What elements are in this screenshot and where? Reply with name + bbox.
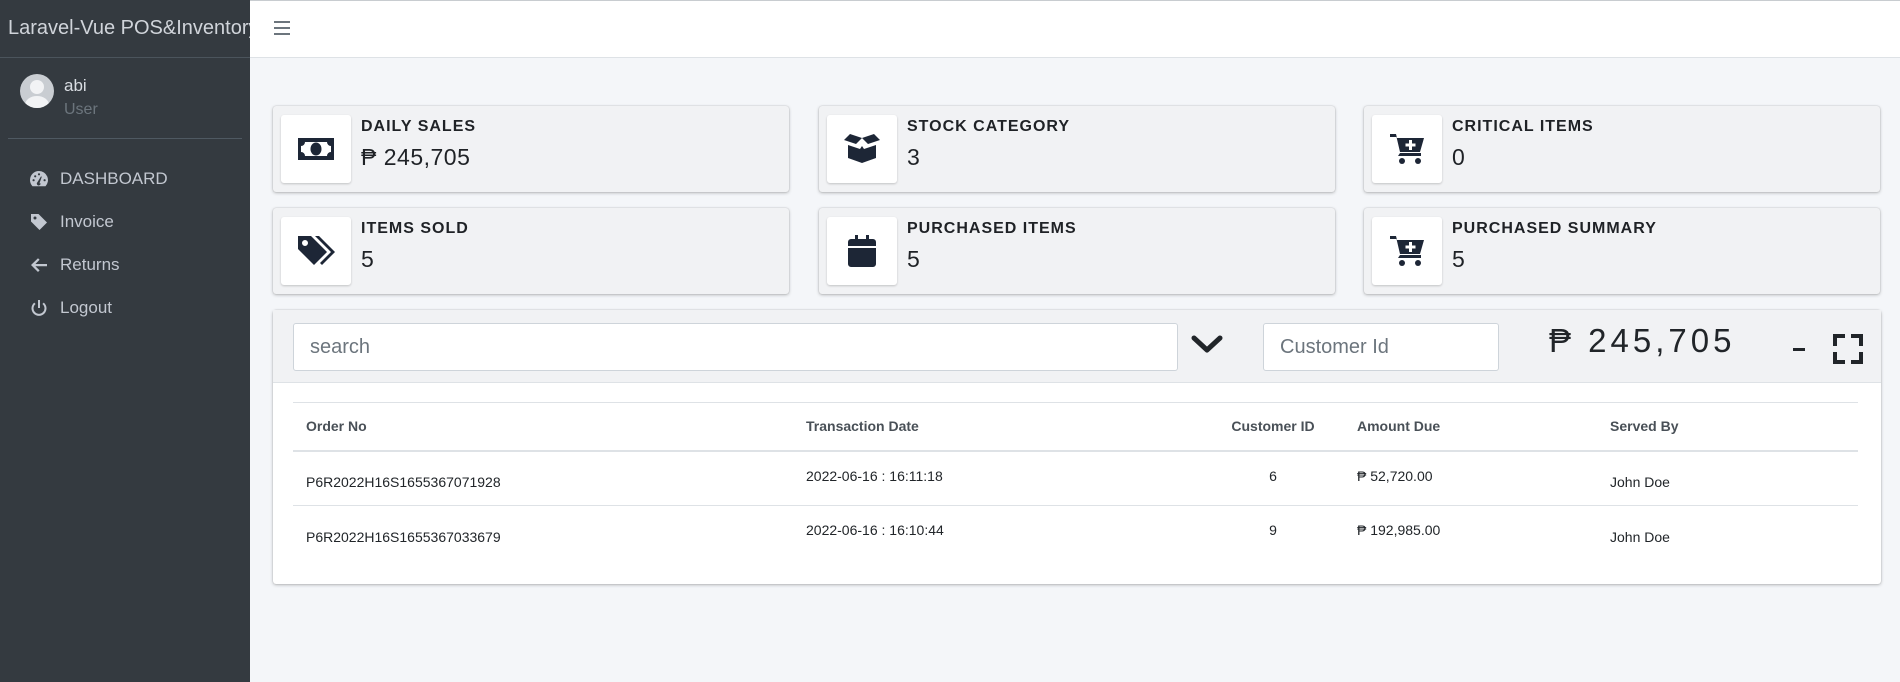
- col-header-order-no[interactable]: Order No: [293, 402, 793, 452]
- table-row[interactable]: P6R2022H16S1655367071928 2022-06-16 : 16…: [293, 450, 1858, 506]
- stat-value: 5: [907, 246, 921, 272]
- sidebar-item-invoice[interactable]: Invoice: [0, 200, 250, 243]
- cell-served-by: John Doe: [1610, 529, 1670, 546]
- cell-amount-due: ₱ 192,985.00: [1357, 522, 1441, 538]
- cell-served-by: John Doe: [1597, 450, 1858, 506]
- calendar-icon: [827, 217, 897, 285]
- sidebar-nav: DASHBOARD Invoice Returns Logout: [0, 157, 250, 329]
- sidebar: Laravel-Vue POS&Inventory abi User DASHB…: [0, 0, 259, 682]
- sales-total: ₱ 245,705: [1549, 322, 1736, 359]
- cell-transaction-date: 2022-06-16 : 16:10:44: [806, 522, 944, 538]
- avatar[interactable]: [20, 74, 54, 108]
- card-header: ₱ 245,705: [273, 310, 1881, 383]
- sidebar-item-label: Invoice: [60, 211, 114, 231]
- power-icon: [28, 298, 50, 318]
- sidebar-item-label: Returns: [60, 254, 120, 274]
- collapse-button[interactable]: [1793, 348, 1805, 351]
- user-name[interactable]: abi: [64, 76, 98, 96]
- stat-critical-items: CRITICAL ITEMS 0: [1364, 106, 1880, 192]
- stat-daily-sales: DAILY SALES ₱ 245,705: [273, 106, 789, 192]
- sidebar-item-logout[interactable]: Logout: [0, 286, 250, 329]
- col-header-customer-id[interactable]: Customer ID: [1223, 402, 1323, 452]
- app-brand[interactable]: Laravel-Vue POS&Inventory: [0, 0, 259, 58]
- box-open-icon: [827, 115, 897, 183]
- stat-value: 0: [1452, 144, 1466, 170]
- arrow-left-icon: [28, 255, 50, 275]
- transactions-table: Order No Transaction Date Customer ID Am…: [293, 402, 1858, 561]
- user-info: abi User: [64, 72, 98, 120]
- stat-purchased-items: PURCHASED ITEMS 5: [819, 208, 1335, 294]
- sidebar-item-dashboard[interactable]: DASHBOARD: [0, 157, 250, 200]
- stat-items-sold: ITEMS SOLD 5: [273, 208, 789, 294]
- search-input[interactable]: [293, 323, 1178, 371]
- transactions-card: ₱ 245,705 Order No Transaction Date Cust…: [273, 310, 1881, 584]
- stat-label: DAILY SALES: [361, 118, 477, 135]
- cart-plus-icon: [1372, 115, 1442, 183]
- fullscreen-icon[interactable]: [1833, 334, 1863, 364]
- cart-plus-icon: [1372, 217, 1442, 285]
- cell-customer-id: 9: [1269, 522, 1277, 538]
- stat-purchased-summary: PURCHASED SUMMARY 5: [1364, 208, 1880, 294]
- stat-label: PURCHASED ITEMS: [907, 220, 1077, 237]
- menu-toggle-icon[interactable]: [274, 21, 290, 35]
- money-bill-icon: [281, 115, 351, 183]
- user-role: User: [64, 101, 98, 118]
- cell-order-no: P6R2022H16S1655367071928: [293, 450, 793, 506]
- cell-customer-id: 6: [1223, 450, 1323, 506]
- col-header-transaction-date[interactable]: Transaction Date: [793, 402, 1223, 452]
- tags-icon: [281, 217, 351, 285]
- cell-amount-due: ₱ 52,720.00: [1323, 450, 1597, 506]
- cell-transaction-date: 2022-06-16 : 16:11:18: [793, 450, 1223, 506]
- stat-label: CRITICAL ITEMS: [1452, 118, 1594, 135]
- customer-id-input[interactable]: [1263, 323, 1499, 371]
- sidebar-item-label: Logout: [60, 297, 112, 317]
- stat-stock-category: STOCK CATEGORY 3: [819, 106, 1335, 192]
- tag-icon: [28, 212, 50, 232]
- stat-value: ₱ 245,705: [361, 144, 471, 170]
- col-header-amount-due[interactable]: Amount Due: [1323, 402, 1597, 452]
- table-row[interactable]: P6R2022H16S1655367033679 2022-06-16 : 16…: [293, 506, 1858, 561]
- stat-value: 3: [907, 144, 921, 170]
- stat-label: PURCHASED SUMMARY: [1452, 220, 1657, 237]
- col-header-served-by[interactable]: Served By: [1597, 402, 1858, 452]
- stat-label: STOCK CATEGORY: [907, 118, 1071, 135]
- stat-value: 5: [1452, 246, 1466, 272]
- top-navbar: [250, 0, 1900, 58]
- tachometer-icon: [28, 169, 50, 189]
- cell-order-no: P6R2022H16S1655367033679: [306, 529, 501, 546]
- stat-label: ITEMS SOLD: [361, 220, 469, 237]
- stat-value: 5: [361, 246, 375, 272]
- sidebar-item-label: DASHBOARD: [60, 168, 168, 188]
- user-panel: abi User: [8, 72, 242, 139]
- sidebar-item-returns[interactable]: Returns: [0, 243, 250, 286]
- chevron-down-icon[interactable]: [1191, 334, 1227, 364]
- table-header-row: Order No Transaction Date Customer ID Am…: [293, 402, 1858, 452]
